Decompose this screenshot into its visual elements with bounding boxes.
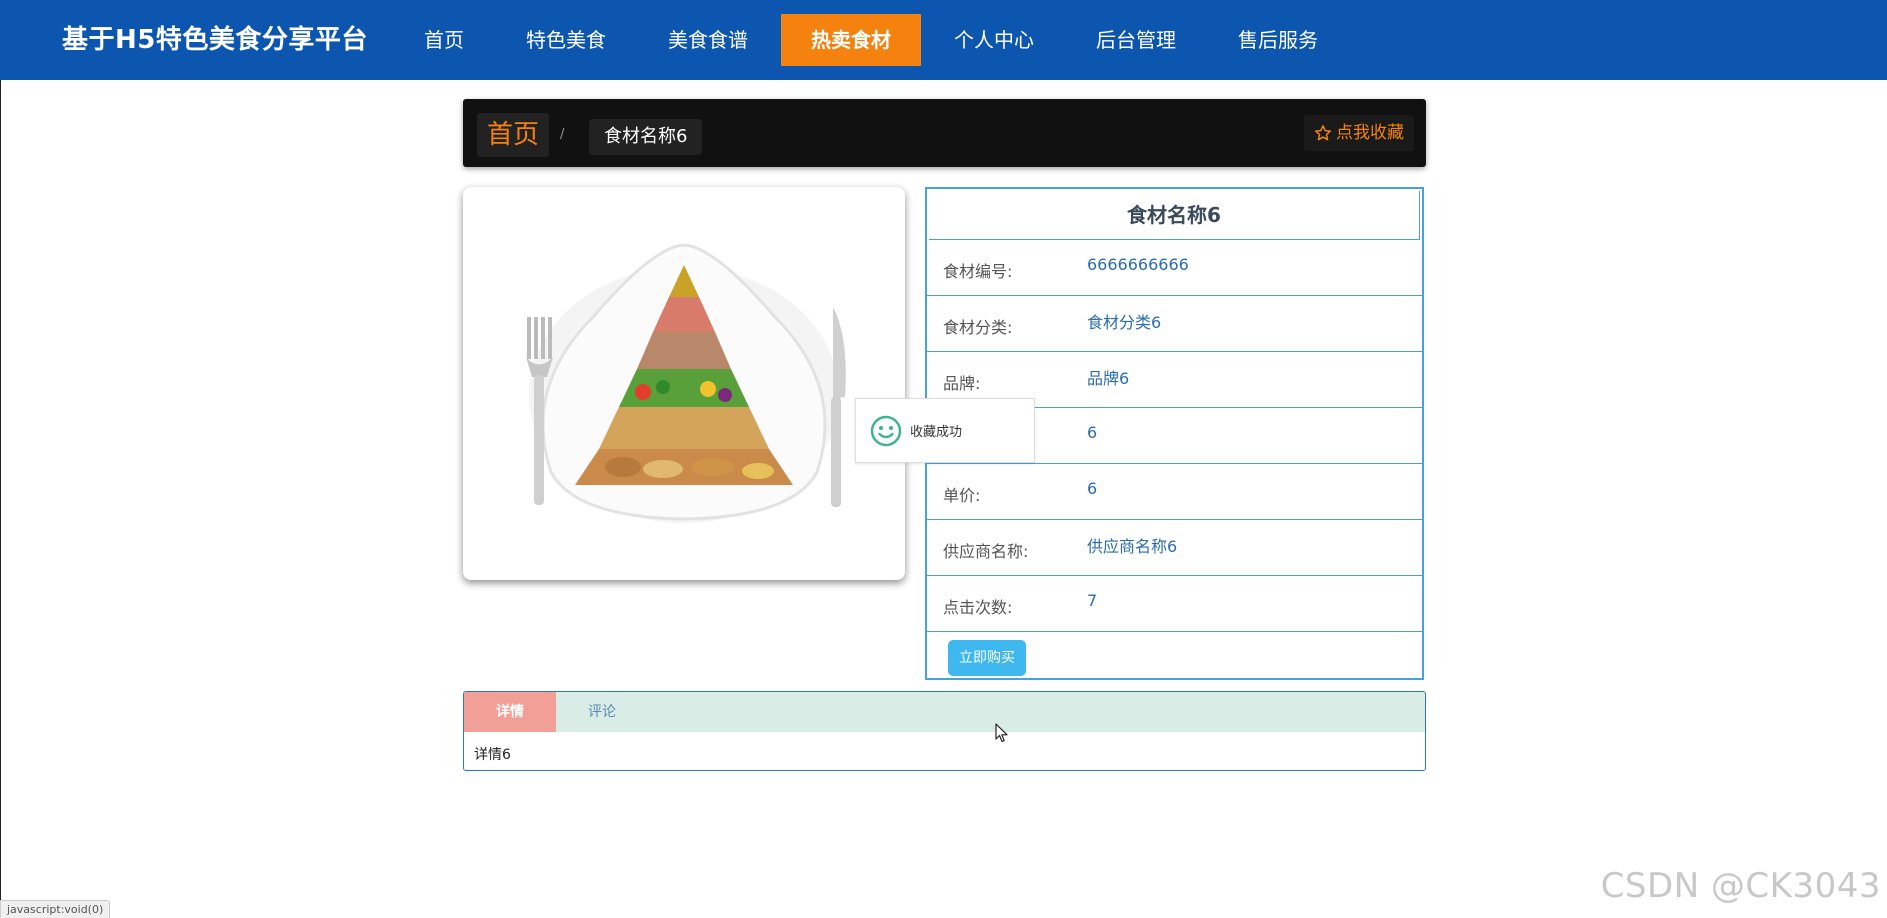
info-row-code: 食材编号: 6666666666 bbox=[927, 240, 1422, 296]
info-value: 供应商名称6 bbox=[1087, 536, 1178, 556]
nav-item-hot-ingredients[interactable]: 热卖食材 bbox=[781, 14, 921, 66]
nav-item-recipes[interactable]: 美食食谱 bbox=[639, 14, 777, 66]
toast-message: 收藏成功 bbox=[855, 398, 1035, 463]
watermark: CSDN @CK3043 bbox=[1600, 866, 1881, 906]
info-label: 单价: bbox=[943, 485, 981, 505]
info-row-supplier: 供应商名称: 供应商名称6 bbox=[927, 520, 1422, 576]
nav-item-home[interactable]: 首页 bbox=[395, 14, 493, 66]
info-value: 食材分类6 bbox=[1087, 312, 1162, 332]
breadcrumb-current: 食材名称6 bbox=[589, 119, 703, 155]
info-value: 6 bbox=[1087, 479, 1098, 498]
tab-details[interactable]: 详情 bbox=[464, 692, 556, 732]
info-label: 点击次数: bbox=[943, 597, 1013, 617]
star-outline-icon bbox=[1314, 125, 1332, 141]
toast-text: 收藏成功 bbox=[910, 425, 963, 440]
info-row-clicks: 点击次数: 7 bbox=[927, 576, 1422, 632]
info-value: 7 bbox=[1087, 591, 1098, 610]
detail-tabs-panel: 详情 评论 详情6 bbox=[463, 691, 1426, 771]
product-title: 食材名称6 bbox=[929, 191, 1420, 240]
nav-item-personal-center[interactable]: 个人中心 bbox=[925, 14, 1063, 66]
mouse-cursor-icon bbox=[995, 723, 1008, 743]
tab-content: 详情6 bbox=[474, 747, 511, 763]
main-nav: 首页 特色美食 美食食谱 热卖食材 个人中心 后台管理 售后服务 bbox=[395, 14, 1351, 66]
site-brand[interactable]: 基于H5特色美食分享平台 bbox=[62, 0, 368, 80]
info-label: 供应商名称: bbox=[943, 541, 1029, 561]
nav-item-after-sales[interactable]: 售后服务 bbox=[1209, 14, 1347, 66]
breadcrumb-separator: / bbox=[560, 127, 565, 142]
favorite-button[interactable]: 点我收藏 bbox=[1304, 115, 1414, 151]
breadcrumb: 首页 / 食材名称6 点我收藏 bbox=[463, 99, 1426, 167]
food-pyramid-plate-image bbox=[526, 243, 846, 523]
browser-status-bar: javascript:void(0) bbox=[0, 900, 111, 918]
info-label: 品牌: bbox=[943, 373, 981, 393]
nav-item-admin[interactable]: 后台管理 bbox=[1067, 14, 1205, 66]
info-value: 品牌6 bbox=[1087, 368, 1130, 388]
info-value: 6 bbox=[1087, 423, 1098, 442]
top-navbar: 基于H5特色美食分享平台 首页 特色美食 美食食谱 热卖食材 个人中心 后台管理… bbox=[0, 0, 1887, 80]
tab-comments[interactable]: 评论 bbox=[556, 692, 648, 732]
nav-item-specialty-food[interactable]: 特色美食 bbox=[497, 14, 635, 66]
buy-row: 立即购买 bbox=[927, 632, 1422, 684]
smile-icon bbox=[870, 415, 902, 446]
tabs-header: 详情 评论 bbox=[464, 692, 1425, 732]
product-image-card bbox=[463, 187, 905, 580]
info-row-price: 单价: 6 bbox=[927, 464, 1422, 520]
info-value: 6666666666 bbox=[1087, 255, 1189, 274]
page-left-edge bbox=[0, 80, 1, 918]
info-label: 食材编号: bbox=[943, 261, 1013, 281]
favorite-button-label: 点我收藏 bbox=[1336, 123, 1404, 143]
info-label: 食材分类: bbox=[943, 317, 1013, 337]
info-row-category: 食材分类: 食材分类6 bbox=[927, 296, 1422, 352]
breadcrumb-home-link[interactable]: 首页 bbox=[477, 113, 550, 157]
buy-now-button[interactable]: 立即购买 bbox=[948, 640, 1026, 676]
